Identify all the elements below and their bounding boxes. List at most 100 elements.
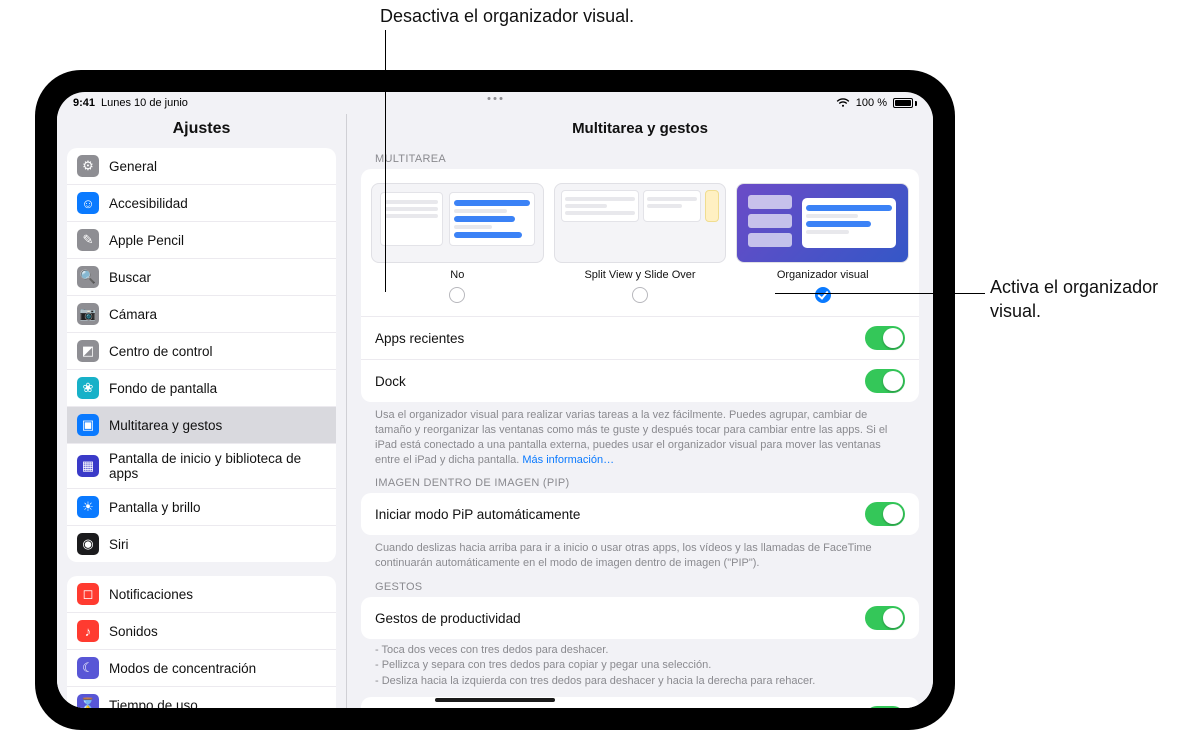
- mt-thumb-split: [554, 183, 727, 263]
- callout-on-label: Activa el organizador visual.: [990, 275, 1160, 324]
- sidebar-item-label: Accesibilidad: [109, 196, 188, 211]
- toggle-dock[interactable]: [865, 369, 905, 393]
- battery-icon: [893, 98, 917, 108]
- siri-icon: ◉: [77, 533, 99, 555]
- row-dock-label: Dock: [375, 374, 406, 389]
- ipad-frame: 9:41 Lunes 10 de junio 100 % Ajustes ⚙ Ge…: [35, 70, 955, 730]
- buscar-icon: 🔍: [77, 266, 99, 288]
- pantalla-inicio-icon: ▦: [77, 455, 99, 477]
- mt-radio-stage[interactable]: [815, 287, 831, 303]
- multitasking-footer: Usa el organizador visual para realizar …: [361, 402, 919, 469]
- sidebar-item-centro-control[interactable]: ◩ Centro de control: [67, 332, 336, 369]
- detail-pane: Multitarea y gestos MULTITAREA: [347, 114, 933, 708]
- sonidos-icon: ♪: [77, 620, 99, 642]
- multitasking-options-card: No: [361, 169, 919, 402]
- row-apps-recientes-label: Apps recientes: [375, 331, 464, 346]
- sidebar-item-general[interactable]: ⚙ General: [67, 148, 336, 184]
- sidebar-item-label: Multitarea y gestos: [109, 418, 222, 433]
- gestos-card: Gestos de productividad: [361, 597, 919, 639]
- toggle-gestos-prod[interactable]: [865, 606, 905, 630]
- sidebar-item-label: Tiempo de uso: [109, 698, 198, 709]
- pip-card: Iniciar modo PiP automáticamente: [361, 493, 919, 535]
- multitarea-gestos-icon: ▣: [77, 414, 99, 436]
- general-icon: ⚙: [77, 155, 99, 177]
- sidebar-scroll[interactable]: ⚙ General ☺ Accesibilidad ✎ Apple Pencil 🔍 Busc…: [57, 148, 346, 708]
- settings-sidebar: Ajustes ⚙ General ☺ Accesibilidad ✎ Apple Pen…: [57, 114, 347, 708]
- sidebar-item-label: Siri: [109, 537, 129, 552]
- callout-line-top: [385, 30, 386, 292]
- detail-scroll[interactable]: MULTITAREA No: [347, 145, 933, 708]
- section-gestos-header: GESTOS: [361, 573, 919, 597]
- mt-radio-split[interactable]: [632, 287, 648, 303]
- toggle-gestos-45[interactable]: [865, 706, 905, 708]
- sidebar-item-concentracion[interactable]: ☾ Modos de concentración: [67, 649, 336, 686]
- mt-thumb-stage: [736, 183, 909, 263]
- mt-radio-off[interactable]: [449, 287, 465, 303]
- sidebar-item-sonidos[interactable]: ♪ Sonidos: [67, 612, 336, 649]
- section-multitarea-header: MULTITAREA: [361, 145, 919, 169]
- sidebar-title: Ajustes: [57, 114, 346, 148]
- more-info-link[interactable]: Más información…: [522, 454, 614, 466]
- screen: 9:41 Lunes 10 de junio 100 % Ajustes ⚙ Ge…: [57, 92, 933, 708]
- tiempo-uso-icon: ⌛: [77, 694, 99, 708]
- row-apps-recientes: Apps recientes: [361, 316, 919, 359]
- status-time: 9:41: [73, 97, 95, 109]
- row-pip: Iniciar modo PiP automáticamente: [361, 493, 919, 535]
- sidebar-item-label: Modos de concentración: [109, 661, 256, 676]
- toggle-apps-recientes[interactable]: [865, 326, 905, 350]
- sidebar-item-camara[interactable]: 📷 Cámara: [67, 295, 336, 332]
- concentracion-icon: ☾: [77, 657, 99, 679]
- sidebar-item-label: Fondo de pantalla: [109, 381, 217, 396]
- battery-text: 100 %: [856, 97, 887, 109]
- apple-pencil-icon: ✎: [77, 229, 99, 251]
- toggle-pip[interactable]: [865, 502, 905, 526]
- sidebar-item-label: Cámara: [109, 307, 157, 322]
- sidebar-item-label: General: [109, 159, 157, 174]
- mt-option-stage[interactable]: Organizador visual: [736, 183, 909, 306]
- row-dock: Dock: [361, 359, 919, 402]
- accesibilidad-icon: ☺: [77, 192, 99, 214]
- sidebar-item-notificaciones[interactable]: ◻Notificaciones: [67, 576, 336, 612]
- sidebar-item-label: Apple Pencil: [109, 233, 184, 248]
- row-gestos-prod-label: Gestos de productividad: [375, 611, 521, 626]
- sidebar-item-label: Sonidos: [109, 624, 158, 639]
- status-bar: 9:41 Lunes 10 de junio 100 %: [57, 92, 933, 114]
- sidebar-item-label: Buscar: [109, 270, 151, 285]
- sidebar-item-label: Pantalla y brillo: [109, 500, 201, 515]
- notificaciones-icon: ◻: [77, 583, 99, 605]
- mt-label-split: Split View y Slide Over: [554, 269, 727, 281]
- sidebar-item-fondo-pantalla[interactable]: ❀ Fondo de pantalla: [67, 369, 336, 406]
- row-gestos-prod: Gestos de productividad: [361, 597, 919, 639]
- pantalla-brillo-icon: ☀: [77, 496, 99, 518]
- mt-label-off: No: [371, 269, 544, 281]
- sidebar-group: ◻Notificaciones ♪ Sonidos ☾ Modos de concent…: [67, 576, 336, 708]
- sidebar-item-buscar[interactable]: 🔍 Buscar: [67, 258, 336, 295]
- wifi-icon: [836, 98, 850, 108]
- row-pip-label: Iniciar modo PiP automáticamente: [375, 507, 580, 522]
- callout-off-label: Desactiva el organizador visual.: [380, 4, 634, 28]
- section-pip-header: IMAGEN DENTRO DE IMAGEN (PIP): [361, 469, 919, 493]
- centro-control-icon: ◩: [77, 340, 99, 362]
- mt-thumb-off: [371, 183, 544, 263]
- sidebar-item-accesibilidad[interactable]: ☺ Accesibilidad: [67, 184, 336, 221]
- multitask-dots[interactable]: [488, 97, 503, 100]
- sidebar-item-pantalla-brillo[interactable]: ☀ Pantalla y brillo: [67, 488, 336, 525]
- sidebar-item-apple-pencil[interactable]: ✎ Apple Pencil: [67, 221, 336, 258]
- sidebar-item-label: Pantalla de inicio y biblioteca de apps: [109, 451, 326, 481]
- sidebar-item-siri[interactable]: ◉ Siri: [67, 525, 336, 562]
- callout-line-right: [775, 293, 985, 294]
- home-indicator[interactable]: [435, 698, 555, 702]
- status-date: Lunes 10 de junio: [101, 97, 188, 109]
- gestos-prod-bullets: - Toca dos veces con tres dedos para des…: [361, 639, 919, 697]
- sidebar-item-pantalla-inicio[interactable]: ▦ Pantalla de inicio y biblioteca de apps: [67, 443, 336, 488]
- sidebar-item-tiempo-uso[interactable]: ⌛ Tiempo de uso: [67, 686, 336, 708]
- detail-title: Multitarea y gestos: [347, 114, 933, 145]
- mt-option-off[interactable]: No: [371, 183, 544, 306]
- fondo-pantalla-icon: ❀: [77, 377, 99, 399]
- camara-icon: 📷: [77, 303, 99, 325]
- mt-option-split[interactable]: Split View y Slide Over: [554, 183, 727, 306]
- sidebar-item-multitarea-gestos[interactable]: ▣ Multitarea y gestos: [67, 406, 336, 443]
- sidebar-group: ⚙ General ☺ Accesibilidad ✎ Apple Pencil 🔍 Busc…: [67, 148, 336, 562]
- sidebar-item-label: Centro de control: [109, 344, 213, 359]
- pip-footer: Cuando deslizas hacia arriba para ir a i…: [361, 535, 919, 573]
